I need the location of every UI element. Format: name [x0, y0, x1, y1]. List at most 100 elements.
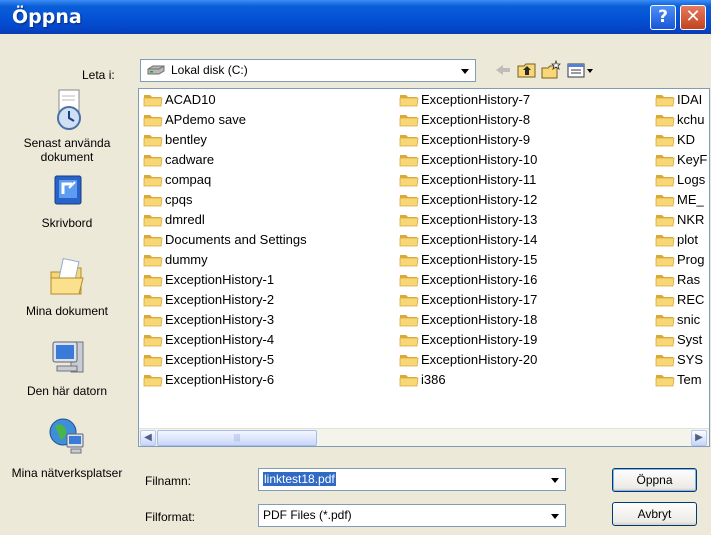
- cancel-button[interactable]: Avbryt: [612, 502, 697, 526]
- folder-name: ExceptionHistory-19: [421, 332, 538, 347]
- folder-item[interactable]: ExceptionHistory-10: [399, 150, 537, 170]
- folder-name: ExceptionHistory-11: [421, 172, 537, 187]
- folder-item[interactable]: bentley: [143, 130, 307, 150]
- folder-item[interactable]: Prog: [655, 250, 707, 270]
- folder-item[interactable]: ExceptionHistory-15: [399, 250, 537, 270]
- folder-item[interactable]: REC: [655, 290, 707, 310]
- folder-icon: [143, 295, 163, 307]
- place-label: Mina nätverksplatser: [11, 466, 123, 480]
- filetype-dropdown[interactable]: PDF Files (*.pdf): [258, 504, 566, 527]
- scroll-right-button[interactable]: ▶: [691, 430, 707, 446]
- close-button[interactable]: ✕: [680, 5, 706, 30]
- folder-item[interactable]: ExceptionHistory-7: [399, 90, 537, 110]
- folder-name: Ras: [677, 272, 701, 287]
- folder-icon: [655, 155, 675, 167]
- folder-item[interactable]: ExceptionHistory-19: [399, 330, 537, 350]
- chevron-down-icon[interactable]: [547, 470, 564, 489]
- chevron-down-icon[interactable]: [457, 61, 474, 80]
- folder-icon: [143, 155, 163, 167]
- folder-name: i386: [421, 372, 446, 387]
- file-column: ACAD10 APdemo save bentley cadware compaq cpq…: [143, 90, 307, 390]
- filename-input[interactable]: linktest18.pdf: [258, 468, 566, 491]
- place-my-computer[interactable]: Den här datorn: [0, 336, 134, 398]
- look-in-dropdown[interactable]: Lokal disk (C:): [140, 59, 476, 82]
- folder-icon: [143, 235, 163, 247]
- scroll-left-button[interactable]: ◀: [140, 430, 156, 446]
- folder-item[interactable]: cpqs: [143, 190, 307, 210]
- folder-item[interactable]: ACAD10: [143, 90, 307, 110]
- folder-item[interactable]: dummy: [143, 250, 307, 270]
- folder-item[interactable]: cadware: [143, 150, 307, 170]
- help-button[interactable]: ?: [650, 5, 676, 30]
- folder-item[interactable]: ExceptionHistory-1: [143, 270, 307, 290]
- folder-icon: [399, 215, 419, 227]
- new-folder-button[interactable]: [540, 59, 562, 80]
- folder-item[interactable]: Logs: [655, 170, 707, 190]
- filetype-label: Filformat:: [145, 510, 196, 524]
- folder-name: cpqs: [165, 192, 193, 207]
- folder-item[interactable]: KeyF: [655, 150, 707, 170]
- open-button[interactable]: Öppna: [612, 468, 697, 492]
- file-column: IDAI kchu KD KeyF Logs ME_ NKR plot Prog Ras REC sn…: [655, 90, 707, 390]
- folder-icon: [399, 335, 419, 347]
- folder-item[interactable]: IDAI: [655, 90, 707, 110]
- folder-item[interactable]: Tem: [655, 370, 707, 390]
- folder-item[interactable]: SYS: [655, 350, 707, 370]
- folder-name: ExceptionHistory-2: [165, 292, 275, 307]
- folder-item[interactable]: ExceptionHistory-4: [143, 330, 307, 350]
- back-button[interactable]: [492, 60, 514, 80]
- folder-item[interactable]: plot: [655, 230, 707, 250]
- folder-item[interactable]: snic: [655, 310, 707, 330]
- folder-item[interactable]: ExceptionHistory-20: [399, 350, 537, 370]
- folder-item[interactable]: ExceptionHistory-8: [399, 110, 537, 130]
- folder-name: Prog: [677, 252, 705, 267]
- folder-item[interactable]: ExceptionHistory-11: [399, 170, 537, 190]
- folder-item[interactable]: i386: [399, 370, 537, 390]
- folder-name: ExceptionHistory-14: [421, 232, 538, 247]
- chevron-down-icon[interactable]: [547, 506, 564, 525]
- folder-item[interactable]: Syst: [655, 330, 707, 350]
- up-one-level-button[interactable]: [516, 60, 538, 80]
- folder-name: ExceptionHistory-18: [421, 312, 538, 327]
- folder-item[interactable]: ExceptionHistory-2: [143, 290, 307, 310]
- place-network-places[interactable]: Mina nätverksplatser: [0, 414, 134, 480]
- folder-item[interactable]: ExceptionHistory-6: [143, 370, 307, 390]
- folder-item[interactable]: ExceptionHistory-3: [143, 310, 307, 330]
- folder-item[interactable]: ExceptionHistory-14: [399, 230, 537, 250]
- look-in-label: Leta i:: [82, 68, 115, 82]
- folder-name: KD: [677, 132, 696, 147]
- folder-item[interactable]: ExceptionHistory-9: [399, 130, 537, 150]
- folder-item[interactable]: dmredl: [143, 210, 307, 230]
- open-dialog: Öppna ? ✕ Leta i: Lokal disk (C:) Senast…: [0, 0, 711, 535]
- folder-item[interactable]: ExceptionHistory-18: [399, 310, 537, 330]
- folder-item[interactable]: Ras: [655, 270, 707, 290]
- folder-icon: [143, 335, 163, 347]
- folder-name: ExceptionHistory-9: [421, 132, 531, 147]
- folder-icon: [655, 135, 675, 147]
- folder-name: ME_: [677, 192, 704, 207]
- folder-name: dummy: [165, 252, 208, 267]
- folder-item[interactable]: APdemo save: [143, 110, 307, 130]
- place-desktop[interactable]: Skrivbord: [0, 174, 134, 230]
- scrollbar-thumb[interactable]: |||: [157, 430, 317, 446]
- folder-item[interactable]: ExceptionHistory-13: [399, 210, 537, 230]
- folder-up-icon: [517, 63, 536, 78]
- place-recent-documents[interactable]: Senast använda dokument: [0, 88, 134, 164]
- view-menu-button[interactable]: [566, 60, 596, 80]
- folder-item[interactable]: NKR: [655, 210, 707, 230]
- folder-name: cadware: [165, 152, 215, 167]
- folder-item[interactable]: ExceptionHistory-5: [143, 350, 307, 370]
- folder-item[interactable]: ME_: [655, 190, 707, 210]
- folder-name: Syst: [677, 332, 703, 347]
- place-my-documents[interactable]: Mina dokument: [0, 256, 134, 318]
- horizontal-scrollbar[interactable]: ◀ ||| ▶: [139, 428, 709, 446]
- title-bar[interactable]: Öppna ? ✕: [0, 0, 711, 34]
- folder-item[interactable]: kchu: [655, 110, 707, 130]
- folder-item[interactable]: KD: [655, 130, 707, 150]
- folder-item[interactable]: ExceptionHistory-16: [399, 270, 537, 290]
- folder-item[interactable]: compaq: [143, 170, 307, 190]
- folder-item[interactable]: Documents and Settings: [143, 230, 307, 250]
- file-list[interactable]: ACAD10 APdemo save bentley cadware compaq cpq…: [138, 88, 710, 447]
- folder-item[interactable]: ExceptionHistory-12: [399, 190, 537, 210]
- folder-item[interactable]: ExceptionHistory-17: [399, 290, 537, 310]
